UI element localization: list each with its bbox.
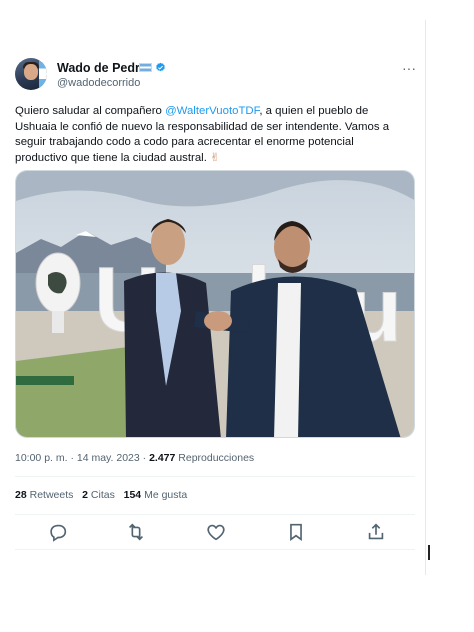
views-count: 2.477 [149, 452, 176, 464]
retweet-icon[interactable] [125, 521, 147, 543]
tweet-text: Quiero saludar al compañero @WalterVuoto… [15, 104, 407, 166]
likes-label: Me gusta [144, 489, 188, 501]
text-cursor [428, 545, 430, 560]
meta-separator: · [139, 452, 150, 464]
quotes-count: 2 [82, 489, 88, 501]
victory-hand-emoji: ✌ [210, 151, 220, 164]
tweet-date[interactable]: 14 may. 2023 [77, 452, 140, 464]
meta-separator: · [67, 452, 77, 464]
views-label: Reproducciones [175, 452, 255, 464]
bookmark-icon[interactable] [285, 521, 307, 543]
tweet-photo[interactable]: U s h u [15, 170, 415, 438]
map-sign-post [52, 311, 64, 333]
like-icon[interactable] [205, 521, 227, 543]
retweets-stat[interactable]: 28 Retweets [15, 489, 73, 501]
share-icon[interactable] [365, 521, 387, 543]
mention-link[interactable]: @WalterVuotoTDF [165, 105, 259, 117]
tweet-meta: 10:00 p. m. · 14 may. 2023 · 2.477 Repro… [15, 452, 254, 464]
reply-icon[interactable] [47, 521, 69, 543]
more-options-button[interactable]: ··· [402, 60, 416, 76]
tweet-time[interactable]: 10:00 p. m. [15, 452, 68, 464]
action-bar [15, 521, 415, 543]
verified-badge-icon [156, 62, 165, 72]
avatar[interactable] [15, 58, 47, 90]
frame-border [425, 20, 426, 575]
likes-stat[interactable]: 154 Me gusta [124, 489, 188, 501]
author-name[interactable]: Wado de Pedro [57, 61, 148, 75]
tweet-stats: 28 Retweets 2 Citas 154 Me gusta [15, 489, 187, 501]
avatar-face [24, 64, 38, 80]
quotes-label: Citas [90, 489, 115, 501]
argentina-flag-icon [139, 63, 152, 72]
tweet-card: Wado de Pedro @wadodecorrido ··· Quiero … [0, 0, 474, 632]
divider [15, 514, 415, 515]
avatar-flag [39, 58, 47, 90]
retweets-count: 28 [15, 489, 27, 501]
tweet-text-before: Quiero saludar al compañero [15, 105, 166, 117]
retweets-label: Retweets [29, 489, 74, 501]
quotes-stat[interactable]: 2 Citas [82, 489, 115, 501]
likes-count: 154 [123, 489, 142, 501]
green-sign [16, 376, 74, 385]
divider [15, 549, 415, 550]
author-handle[interactable]: @wadodecorrido [57, 77, 140, 89]
photo-illustration: U s h u [16, 171, 414, 437]
divider [15, 476, 415, 477]
